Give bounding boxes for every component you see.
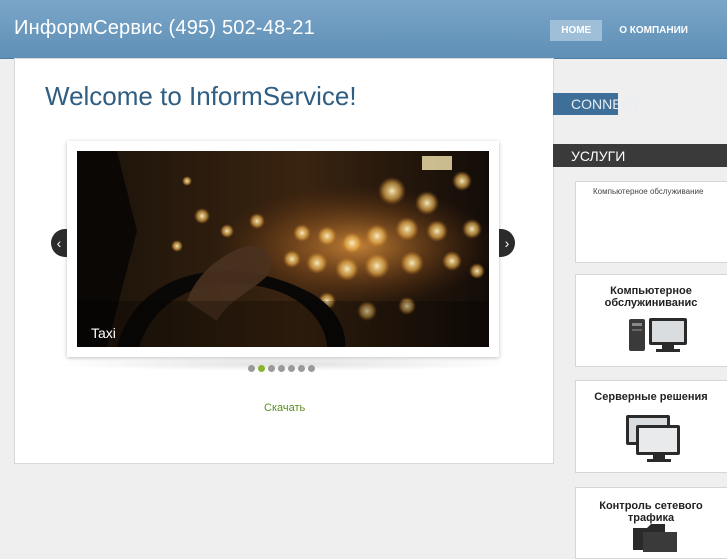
server-icon <box>626 415 680 462</box>
service-card-title-line1: Компьютерное <box>610 285 692 297</box>
slider-pagination <box>248 365 315 372</box>
slide-image[interactable]: Taxi <box>77 151 489 347</box>
slider-dot[interactable] <box>288 365 295 372</box>
slider-dot[interactable] <box>268 365 275 372</box>
image-slider: Taxi <box>67 141 499 357</box>
slider-dot[interactable] <box>248 365 255 372</box>
main-content: Welcome to InformService! Taxi ‹ › Скача… <box>14 58 554 464</box>
slider-dot[interactable] <box>278 365 285 372</box>
nav-item-home[interactable]: HOME <box>550 20 603 41</box>
slider-dot[interactable] <box>298 365 305 372</box>
slide-caption: Taxi <box>91 325 116 341</box>
chevron-left-icon: ‹ <box>56 235 62 251</box>
service-card-maintenance[interactable]: Компьютерное обслужиниванис <box>575 274 727 367</box>
slider-next-button[interactable]: › <box>499 229 515 257</box>
main-nav: HOME О КОМПАНИИ <box>544 20 699 41</box>
slider-dot[interactable] <box>258 365 265 372</box>
service-card-title-line2: обслужиниванис <box>604 297 698 309</box>
connect-heading: CONNECT <box>571 96 641 112</box>
page-title: Welcome to InformService! <box>45 81 357 111</box>
folder-icon <box>633 524 677 552</box>
nav-item-about[interactable]: О КОМПАНИИ <box>608 20 699 41</box>
service-card-title: Серверные решения <box>594 391 708 403</box>
slider-dot[interactable] <box>308 365 315 372</box>
slider-prev-button[interactable]: ‹ <box>51 229 67 257</box>
service-card-computer-service[interactable]: Компьютерное обслуживание <box>575 181 727 263</box>
service-card-title: Компьютерное обслуживание <box>593 187 704 196</box>
service-card-title-line1: Контроль сетевого <box>599 500 703 512</box>
download-link[interactable]: Скачать <box>264 402 305 414</box>
site-title[interactable]: ИнформСервис (495) 502-48-21 <box>14 17 315 40</box>
computer-icon <box>629 318 687 352</box>
service-card-traffic-control[interactable]: Контроль сетевого трафика <box>575 487 727 559</box>
service-card-server-solutions[interactable]: Серверные решения <box>575 380 727 473</box>
chevron-right-icon: › <box>504 235 510 251</box>
header: ИнформСервис (495) 502-48-21 HOME О КОМП… <box>0 0 727 59</box>
services-heading: УСЛУГИ <box>571 148 626 164</box>
